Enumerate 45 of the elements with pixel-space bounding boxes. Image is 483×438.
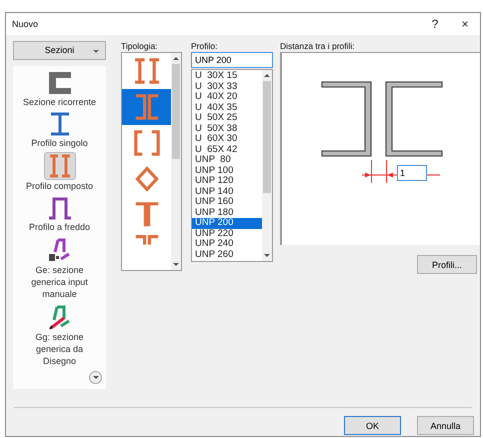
- profile-list-item[interactable]: UNP 80: [192, 155, 262, 166]
- section-type-label[interactable]: Ge: sezione generica input manuale: [22, 264, 96, 300]
- distance-input-field[interactable]: 1: [397, 165, 427, 181]
- scrollbar[interactable]: [171, 53, 181, 270]
- scroll-down-icon[interactable]: [264, 254, 270, 257]
- help-button[interactable]: ?: [420, 13, 450, 35]
- profile-list-item[interactable]: U 60X 30: [192, 134, 262, 144]
- scroll-down-icon[interactable]: [173, 263, 179, 266]
- profilo-label: Profilo:: [191, 41, 218, 51]
- scroll-up-icon[interactable]: [173, 57, 179, 60]
- scroll-up-icon[interactable]: [264, 74, 270, 77]
- profile-list-item[interactable]: UNP 100: [192, 166, 262, 176]
- window-title: Nuovo: [12, 19, 38, 29]
- section-type-label[interactable]: Profilo composto: [22, 180, 96, 192]
- cancel-button[interactable]: Annulla: [417, 416, 474, 435]
- profile-list-item[interactable]: UNP 140: [192, 186, 262, 197]
- profile-list-item[interactable]: UNP 120: [192, 176, 262, 186]
- distance-label: Distanza tra i profili:: [280, 41, 356, 51]
- more-button[interactable]: [89, 371, 102, 384]
- profile-list-item[interactable]: UNP 180: [192, 208, 262, 218]
- caret-icon: [93, 50, 99, 53]
- ok-button[interactable]: OK: [344, 416, 401, 435]
- close-button[interactable]: ×: [450, 13, 480, 35]
- profile-list-item[interactable]: U 30X 33: [192, 82, 262, 92]
- tipologia-label: Tipologia:: [121, 41, 159, 51]
- scrollbar[interactable]: [262, 70, 272, 261]
- profile-list-item[interactable]: UNP 260: [192, 250, 262, 260]
- section-type-label[interactable]: Gg: sezione generica da Disegno: [22, 330, 96, 367]
- profiles-button[interactable]: Profili...: [417, 255, 477, 274]
- section-type-label[interactable]: Profilo a freddo: [22, 220, 96, 233]
- profile-list-item[interactable]: UNP 200: [192, 218, 262, 228]
- profile-list-item[interactable]: UNP 220: [192, 228, 262, 239]
- profile-list-item[interactable]: UNP 240: [192, 239, 262, 250]
- profile-list-item[interactable]: U 65X 42: [192, 144, 262, 155]
- profile-list-item[interactable]: U 30X 15: [192, 71, 262, 82]
- section-type-label[interactable]: Sezione ricorrente: [22, 96, 96, 108]
- section-type-label[interactable]: Profilo singolo: [22, 136, 96, 149]
- profile-list-item[interactable]: UNP 160: [192, 197, 262, 208]
- double-i-icon[interactable]: [44, 152, 76, 180]
- profile-input-field[interactable]: UNP 200: [191, 52, 273, 68]
- profile-list-item[interactable]: U 50X 25: [192, 113, 262, 124]
- profile-list-item[interactable]: U 40X 20: [192, 92, 262, 102]
- profile-list-item[interactable]: U 40X 35: [192, 102, 262, 113]
- sections-dropdown[interactable]: Sezioni: [13, 41, 106, 60]
- profile-list-item[interactable]: U 50X 38: [192, 124, 262, 134]
